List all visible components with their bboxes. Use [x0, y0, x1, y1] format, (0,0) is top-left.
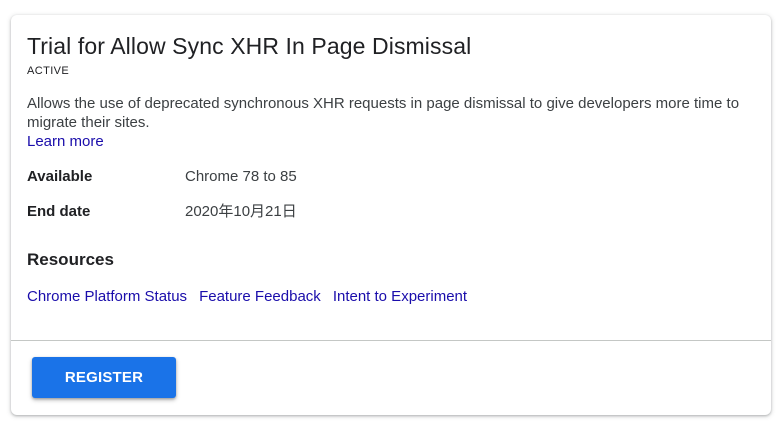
available-label: Available [27, 168, 93, 185]
intent-to-experiment-link[interactable]: Intent to Experiment [333, 287, 467, 306]
available-value: Chrome 78 to 85 [185, 168, 297, 185]
actions-divider [11, 340, 771, 341]
status-label: ACTIVE [27, 65, 70, 77]
learn-more-link[interactable]: Learn more [27, 132, 104, 151]
resources-heading: Resources [27, 250, 114, 269]
trial-title: Trial for Allow Sync XHR In Page Dismiss… [27, 33, 472, 59]
trial-description: Allows the use of deprecated synchronous… [27, 94, 747, 151]
available-row: Available Chrome 78 to 85 [27, 167, 755, 202]
end-date-label: End date [27, 203, 91, 220]
trial-card: Trial for Allow Sync XHR In Page Dismiss… [11, 15, 771, 415]
chrome-platform-status-link[interactable]: Chrome Platform Status [27, 287, 187, 306]
trial-details: Available Chrome 78 to 85 End date 2020年… [27, 167, 755, 237]
register-button[interactable]: REGISTER [32, 357, 176, 398]
trial-description-text: Allows the use of deprecated synchronous… [27, 95, 740, 131]
end-date-value: 2020年10月21日 [185, 203, 297, 220]
resource-links: Chrome Platform Status Feature Feedback … [27, 287, 755, 306]
feature-feedback-link[interactable]: Feature Feedback [199, 287, 321, 306]
trial-card-content: Trial for Allow Sync XHR In Page Dismiss… [11, 15, 771, 306]
end-date-row: End date 2020年10月21日 [27, 202, 755, 237]
